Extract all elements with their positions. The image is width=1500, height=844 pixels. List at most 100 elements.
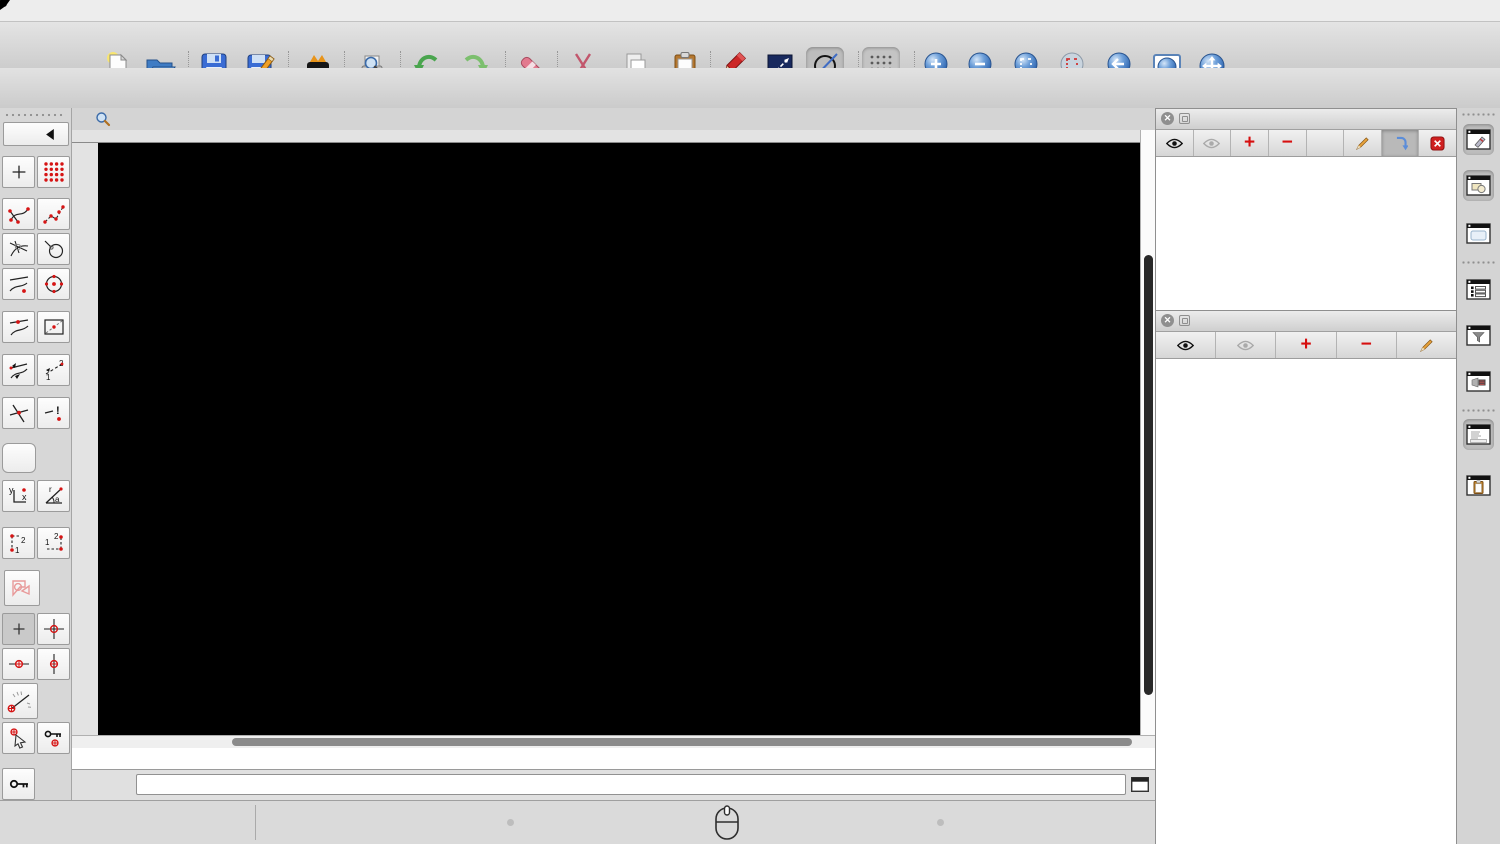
menu-bar xyxy=(0,0,1500,22)
mini-window-icon xyxy=(1130,776,1150,793)
blocks-panel-toolbar: + − xyxy=(1156,130,1456,157)
mouse-icon xyxy=(715,805,739,840)
lock-point-button[interactable] xyxy=(37,722,70,754)
drawing-canvas[interactable] xyxy=(98,143,1140,735)
relative-polar-button[interactable]: 12 xyxy=(37,527,70,559)
palette-collapse-button[interactable] xyxy=(3,122,69,146)
svg-text:2: 2 xyxy=(21,536,26,545)
blocks-edit-button[interactable] xyxy=(1344,130,1382,156)
cursor-crosshair-target-button[interactable] xyxy=(37,613,70,645)
snap-intersection-button[interactable] xyxy=(2,397,35,429)
track-vertical-button[interactable] xyxy=(37,648,70,680)
layers-panel-toolbar: + − xyxy=(1156,332,1456,359)
blocks-list xyxy=(1156,157,1456,310)
toggle-filter-panel-button[interactable] xyxy=(1463,320,1494,351)
strip-separator-1 xyxy=(1461,260,1497,265)
vertical-ruler[interactable] xyxy=(72,143,98,735)
status-divider xyxy=(255,805,256,840)
toggle-blocks-panel-button[interactable] xyxy=(1463,170,1494,201)
blocks-dock-icon[interactable] xyxy=(1179,113,1190,124)
vertical-ruler-marker xyxy=(0,0,7,10)
svg-text:1: 1 xyxy=(15,546,20,555)
strip-separator-2 xyxy=(1461,408,1497,413)
track-angle-button[interactable] xyxy=(2,683,38,719)
svg-text:2: 2 xyxy=(54,532,59,541)
blocks-close-icon[interactable]: ✕ xyxy=(1161,112,1174,125)
layers-hide-button[interactable] xyxy=(1216,332,1277,358)
toggle-command-panel-button[interactable] xyxy=(1463,419,1494,450)
status-bar xyxy=(0,800,1155,844)
status-dot-right xyxy=(937,819,944,826)
blocks-show-button[interactable] xyxy=(1156,130,1194,156)
snap-to-shape-button[interactable] xyxy=(4,570,40,606)
toggle-clipboard-panel-button[interactable] xyxy=(1463,470,1494,501)
coord-polar-button[interactable]: ra xyxy=(37,480,70,512)
snap-intersection-curves-button[interactable] xyxy=(2,233,35,265)
position-input-bar xyxy=(72,770,1155,800)
svg-text:!: ! xyxy=(56,405,60,417)
command-history-bar xyxy=(72,748,1155,770)
snap-nearest-button[interactable] xyxy=(2,268,35,300)
relative-coords-button[interactable]: 12 xyxy=(2,527,35,559)
panel-toggle-strip xyxy=(1457,108,1500,844)
canvas-title-bar xyxy=(72,108,1155,130)
main-toolbar: SVG xyxy=(0,22,1500,85)
blocks-insert-button[interactable] xyxy=(1381,130,1420,156)
toggle-preview-panel-button[interactable] xyxy=(1463,218,1494,249)
snap-palette: 12 ! yx ra 12 12 xyxy=(0,108,72,800)
layers-add-button[interactable]: + xyxy=(1276,332,1337,358)
svg-text:x: x xyxy=(22,492,27,502)
pick-point-button[interactable] xyxy=(2,722,35,754)
layers-panel: ✕ + − xyxy=(1155,310,1457,844)
blocks-panel: ✕ + − xyxy=(1155,108,1457,310)
snap-bounding-box-button[interactable] xyxy=(37,311,70,343)
snap-vertex-button[interactable] xyxy=(37,198,70,230)
snap-endpoint-button[interactable] xyxy=(2,198,35,230)
track-horizontal-button[interactable] xyxy=(2,648,35,680)
blocks-hide-button[interactable] xyxy=(1194,130,1232,156)
snap-extension-button[interactable]: ! xyxy=(37,397,70,429)
blocks-remove-button[interactable]: − xyxy=(1269,130,1307,156)
transform-toolbar xyxy=(0,68,1500,177)
status-dot-left xyxy=(507,819,514,826)
snap-divide-button[interactable] xyxy=(2,354,35,386)
vertical-scrollbar[interactable] xyxy=(1140,130,1155,735)
toggle-list-panel-button[interactable] xyxy=(1463,274,1494,305)
layers-list xyxy=(1156,359,1456,844)
layers-remove-button[interactable]: − xyxy=(1337,332,1397,358)
toggle-render-panel-button[interactable] xyxy=(1463,366,1494,397)
snap-point-button[interactable] xyxy=(2,156,35,188)
position-input[interactable] xyxy=(136,774,1126,795)
snap-grid-button[interactable] xyxy=(37,156,70,188)
blocks-panel-header: ✕ xyxy=(1156,109,1456,130)
coord-xy-button[interactable]: yx xyxy=(2,480,35,512)
canvas-zoom-icon xyxy=(96,112,111,127)
layers-edit-button[interactable] xyxy=(1397,332,1456,358)
layers-close-icon[interactable]: ✕ xyxy=(1161,314,1174,327)
blocks-add-button[interactable]: + xyxy=(1231,130,1269,156)
snap-center-button[interactable] xyxy=(37,268,70,300)
cursor-plain-button[interactable] xyxy=(2,613,35,645)
horizontal-scrollbar[interactable] xyxy=(72,735,1155,748)
horizontal-scrollbar-thumb[interactable] xyxy=(232,738,1132,746)
horizontal-ruler[interactable] xyxy=(72,130,1140,143)
svg-text:a: a xyxy=(55,495,60,504)
strip-drag-handle[interactable] xyxy=(1461,112,1497,117)
lock-button[interactable] xyxy=(2,768,35,800)
svg-text:1: 1 xyxy=(45,538,50,547)
layers-dock-icon[interactable] xyxy=(1179,315,1190,326)
snap-auto-button[interactable] xyxy=(2,443,36,473)
blocks-delete-button[interactable] xyxy=(1419,130,1456,156)
keypad-toggle-button[interactable] xyxy=(1130,776,1150,797)
svg-text:1: 1 xyxy=(46,373,51,382)
snap-sequence-button[interactable]: 12 xyxy=(37,354,70,386)
snap-tangent-button[interactable] xyxy=(37,233,70,265)
svg-text:r: r xyxy=(49,485,52,494)
svg-text:y: y xyxy=(9,485,14,495)
snap-on-object-button[interactable] xyxy=(2,311,35,343)
vertical-scrollbar-thumb[interactable] xyxy=(1144,255,1153,695)
palette-drag-handle[interactable] xyxy=(4,112,66,118)
layers-show-button[interactable] xyxy=(1156,332,1217,358)
blocks-rename-button[interactable] xyxy=(1307,130,1345,156)
toggle-properties-panel-button[interactable] xyxy=(1463,124,1494,155)
